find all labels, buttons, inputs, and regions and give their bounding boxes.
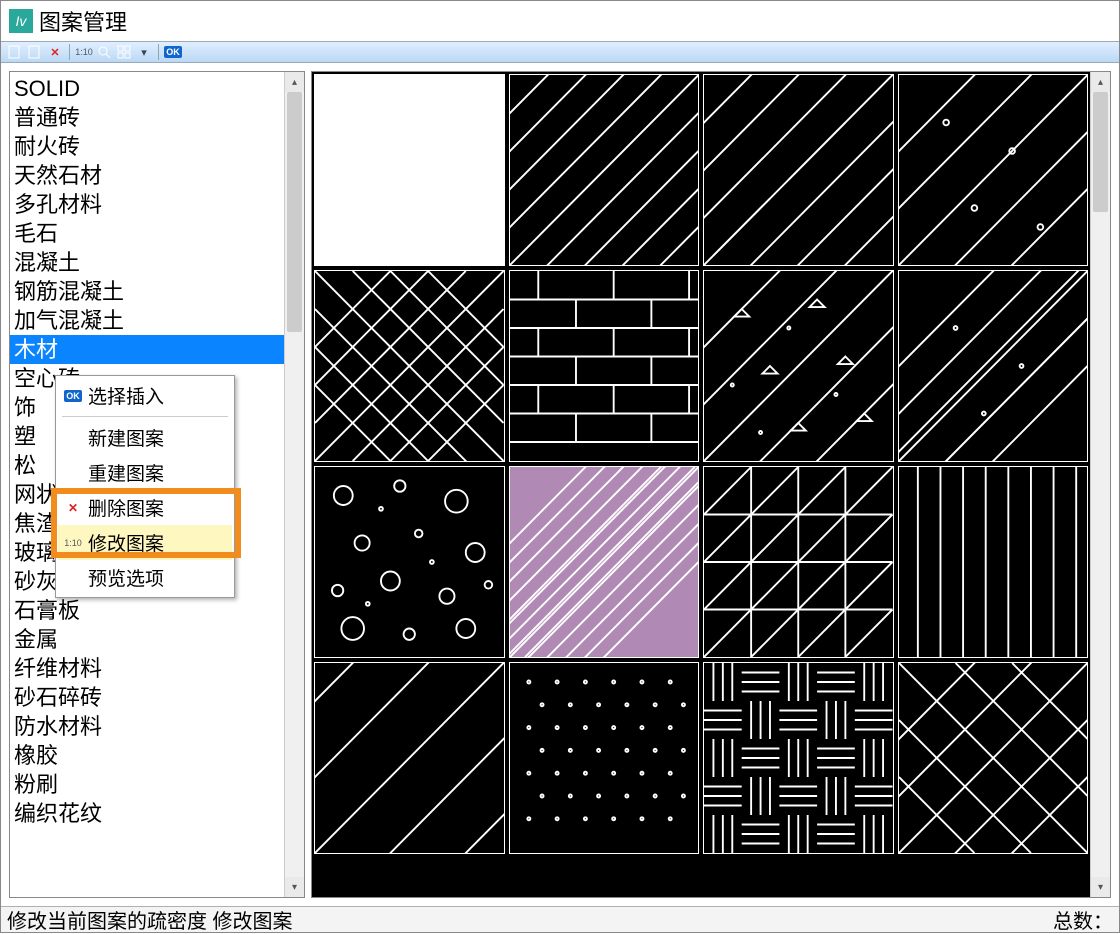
menu-item-label: 重建图案: [88, 459, 164, 486]
pattern-swatch[interactable]: [703, 466, 894, 658]
ok-icon[interactable]: OK: [165, 44, 181, 60]
list-item[interactable]: 天然石材: [10, 161, 284, 190]
maximize-button[interactable]: [1003, 1, 1061, 41]
list-item[interactable]: 纤维材料: [10, 654, 284, 683]
menu-separator: [62, 416, 228, 417]
status-left: 修改当前图案的疏密度 修改图案: [7, 905, 293, 934]
preview-icon[interactable]: [96, 44, 112, 60]
toolbar-separator: [69, 44, 70, 60]
menu-item-label: 预览选项: [88, 564, 164, 591]
list-item-selected[interactable]: 木材: [10, 335, 284, 364]
pattern-grid: [312, 72, 1090, 897]
pattern-swatch[interactable]: [314, 270, 505, 462]
pattern-swatch[interactable]: [509, 662, 700, 854]
window-controls: [945, 1, 1119, 41]
list-item[interactable]: 粉刷: [10, 770, 284, 799]
list-item[interactable]: 毛石: [10, 219, 284, 248]
menu-item-label: 删除图案: [88, 494, 164, 521]
menu-rebuild-pattern[interactable]: 重建图案: [58, 455, 232, 490]
list-item[interactable]: 钢筋混凝土: [10, 277, 284, 306]
list-item[interactable]: 砂石碎砖: [10, 683, 284, 712]
list-item[interactable]: 普通砖: [10, 103, 284, 132]
list-item[interactable]: 金属: [10, 625, 284, 654]
grid-scrollbar[interactable]: ▴ ▾: [1090, 72, 1110, 897]
list-item[interactable]: 混凝土: [10, 248, 284, 277]
list-item[interactable]: 石膏板: [10, 596, 284, 625]
edit-icon[interactable]: 1:10: [76, 44, 92, 60]
window-title: 图案管理: [39, 5, 127, 37]
scroll-up-icon[interactable]: ▴: [285, 72, 304, 92]
pattern-swatch[interactable]: [703, 662, 894, 854]
rebuild-icon[interactable]: [27, 44, 43, 60]
titlebar: Iv 图案管理: [1, 1, 1119, 41]
scroll-track[interactable]: [1091, 92, 1110, 877]
scroll-thumb[interactable]: [287, 92, 302, 332]
pattern-swatch[interactable]: [898, 270, 1089, 462]
delete-icon[interactable]: ✕: [47, 44, 63, 60]
close-button[interactable]: [1061, 1, 1119, 41]
list-item[interactable]: 耐火砖: [10, 132, 284, 161]
new-icon[interactable]: [7, 44, 23, 60]
list-item[interactable]: 防水材料: [10, 712, 284, 741]
list-item[interactable]: 橡胶: [10, 741, 284, 770]
scroll-down-icon[interactable]: ▾: [285, 877, 304, 897]
pattern-swatch-selected[interactable]: [509, 466, 700, 658]
grid-icon[interactable]: [116, 44, 132, 60]
list-item[interactable]: SOLID: [10, 74, 284, 103]
pattern-swatch-solid[interactable]: [314, 74, 505, 266]
scroll-up-icon[interactable]: ▴: [1091, 72, 1110, 92]
new-icon: [64, 429, 82, 447]
menu-delete-pattern[interactable]: ✕ 删除图案: [58, 490, 232, 525]
context-menu: OK 选择插入 新建图案 重建图案 ✕ 删除图案 1:10 修改图案 预览选项: [55, 375, 235, 598]
list-item[interactable]: 加气混凝土: [10, 306, 284, 335]
scroll-track[interactable]: [285, 92, 304, 877]
menu-item-label: 修改图案: [88, 529, 164, 556]
list-scrollbar[interactable]: ▴ ▾: [284, 72, 304, 897]
list-item[interactable]: 编织花纹: [10, 799, 284, 828]
pattern-grid-panel: ▴ ▾: [311, 71, 1111, 898]
pattern-swatch[interactable]: [314, 662, 505, 854]
menu-item-label: 选择插入: [88, 382, 164, 409]
app-icon: Iv: [9, 9, 33, 33]
scroll-down-icon[interactable]: ▾: [1091, 877, 1110, 897]
pattern-swatch[interactable]: [509, 270, 700, 462]
status-right: 总数：: [1053, 905, 1113, 934]
pattern-swatch[interactable]: [898, 74, 1089, 266]
menu-new-pattern[interactable]: 新建图案: [58, 420, 232, 455]
ok-icon: OK: [64, 387, 82, 405]
menu-item-label: 新建图案: [88, 424, 164, 451]
list-item[interactable]: 多孔材料: [10, 190, 284, 219]
pattern-swatch[interactable]: [703, 270, 894, 462]
menu-edit-pattern[interactable]: 1:10 修改图案: [58, 525, 232, 560]
pattern-swatch[interactable]: [509, 74, 700, 266]
rebuild-icon: [64, 464, 82, 482]
pattern-swatch[interactable]: [314, 466, 505, 658]
pattern-swatch[interactable]: [898, 466, 1089, 658]
scroll-thumb[interactable]: [1093, 92, 1108, 212]
pattern-swatch[interactable]: [703, 74, 894, 266]
toolbar: ✕ 1:10 ▾ OK: [1, 41, 1119, 63]
minimize-button[interactable]: [945, 1, 1003, 41]
delete-icon: ✕: [64, 499, 82, 517]
preview-icon: [64, 569, 82, 587]
toolbar-separator: [158, 44, 159, 60]
edit-icon: 1:10: [64, 534, 82, 552]
pattern-swatch[interactable]: [898, 662, 1089, 854]
menu-preview-options[interactable]: 预览选项: [58, 560, 232, 595]
statusbar: 修改当前图案的疏密度 修改图案 总数：: [1, 906, 1119, 932]
menu-select-insert[interactable]: OK 选择插入: [58, 378, 232, 413]
dropdown-icon[interactable]: ▾: [136, 44, 152, 60]
